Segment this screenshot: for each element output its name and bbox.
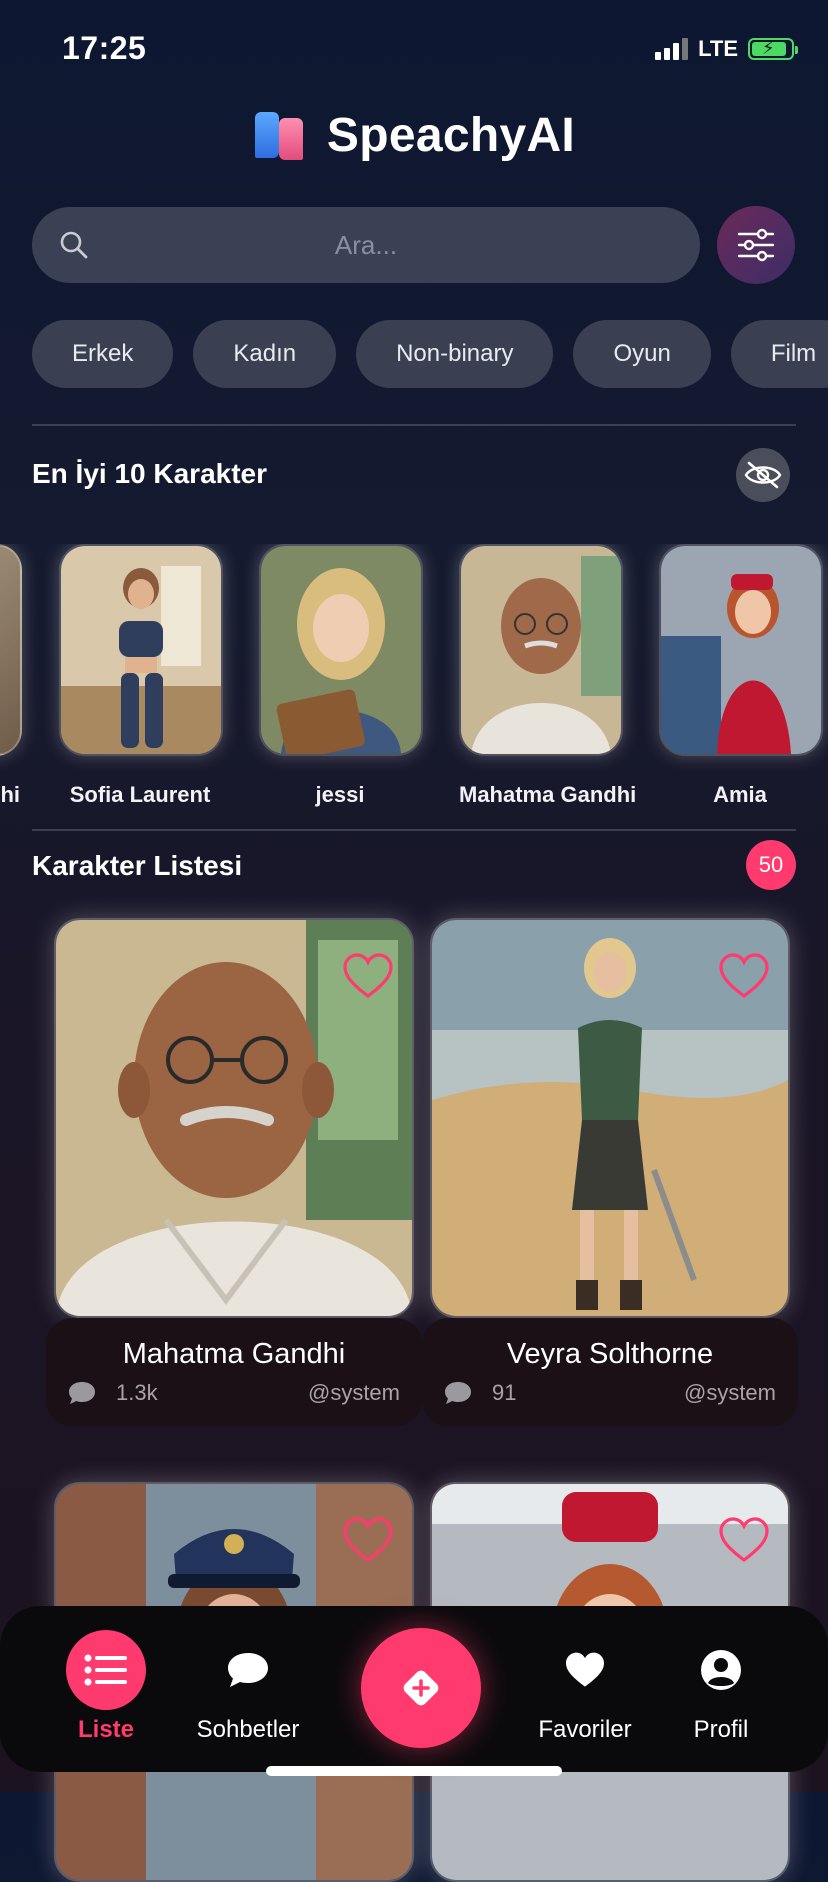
chat-count: 91 (492, 1380, 517, 1405)
status-time: 17:25 (62, 30, 147, 66)
character-name: Sofia Laurent (69, 782, 211, 807)
app-logo-icon (253, 110, 305, 162)
character-count-badge: 50 (746, 840, 796, 890)
search-icon (60, 231, 88, 259)
status-indicators: LTE ⚡ (655, 36, 798, 62)
network-label: LTE (698, 36, 738, 61)
top10-item[interactable]: Sofia Laurent (59, 544, 223, 808)
app-header: SpeachyAI (0, 108, 828, 163)
chat-bubble-icon (445, 1382, 471, 1404)
top10-title: En İyi 10 Karakter (32, 458, 268, 489)
chip-oyun[interactable]: Oyun (573, 320, 711, 388)
character-name: Mahatma Gandhi (459, 782, 637, 807)
card-author: @system (307, 1380, 400, 1405)
nav-label: Sohbetler (196, 1716, 300, 1743)
top10-item[interactable]: jessi (259, 544, 423, 808)
card-meta: 91 @system (444, 1380, 776, 1406)
home-indicator[interactable] (266, 1766, 562, 1776)
character-avatar (59, 544, 223, 756)
app-title: SpeachyAI (326, 109, 576, 162)
chat-bubble-icon (69, 1382, 95, 1404)
character-list-title: Karakter Listesi (32, 850, 243, 881)
nav-label: Profil (693, 1716, 749, 1743)
hide-top10-button[interactable] (736, 448, 790, 502)
chip-erkek[interactable]: Erkek (32, 320, 174, 388)
card-character-name: Mahatma Gandhi (122, 1338, 346, 1370)
character-avatar (659, 544, 823, 756)
divider (32, 829, 796, 831)
chip-non-binary[interactable]: Non-binary (356, 320, 554, 388)
chip-film[interactable]: Film (730, 320, 828, 388)
card-info: Mahatma Gandhi 1.3k @system (46, 1318, 422, 1426)
battery-icon: ⚡ (748, 38, 798, 60)
favorite-heart-icon[interactable] (342, 952, 394, 1000)
character-avatar (0, 544, 22, 756)
character-avatar (459, 544, 623, 756)
character-name: Amia (713, 782, 767, 807)
favorite-heart-icon[interactable] (718, 1516, 770, 1564)
divider (32, 424, 796, 426)
top10-item[interactable]: hi (0, 544, 22, 808)
filter-button[interactable] (717, 206, 795, 284)
top10-carousel[interactable]: hi Sofia Laurent jessi Mahatma Gandhi Am… (0, 544, 828, 814)
signal-icon (655, 38, 689, 60)
list-icon (84, 1654, 127, 1686)
card-info: Veyra Solthorne 91 @system (422, 1318, 798, 1426)
nav-item-list[interactable]: Liste (36, 1630, 176, 1744)
plus-diamond-icon (403, 1670, 439, 1706)
profile-icon (701, 1650, 741, 1690)
character-image (430, 918, 790, 1318)
eye-off-icon (744, 461, 782, 489)
card-author: @system (683, 1380, 776, 1405)
chip-kadin[interactable]: Kadın (193, 320, 337, 388)
character-avatar (259, 544, 423, 756)
sliders-icon (737, 228, 775, 262)
category-chips: Erkek Kadın Non-binary Oyun Film (32, 320, 828, 388)
favorite-heart-icon[interactable] (718, 952, 770, 1000)
character-name: hi (0, 782, 20, 807)
chat-count: 1.3k (116, 1380, 158, 1405)
heart-icon (566, 1652, 604, 1687)
character-name: jessi (315, 782, 365, 807)
search-input[interactable] (32, 206, 700, 284)
nav-label: Liste (77, 1716, 134, 1743)
card-meta: 1.3k @system (68, 1380, 400, 1406)
top10-item[interactable]: Mahatma Gandhi (459, 544, 637, 808)
search-bar[interactable] (32, 206, 700, 284)
nav-label: Favoriler (538, 1716, 632, 1743)
chat-bubble-icon (228, 1653, 268, 1687)
status-bar: 17:25 LTE ⚡ (0, 0, 828, 100)
create-character-button[interactable] (361, 1628, 481, 1748)
nav-item-profile[interactable]: Profil (651, 1630, 791, 1744)
top10-item[interactable]: Amia (659, 544, 823, 808)
card-character-name: Veyra Solthorne (506, 1338, 714, 1370)
nav-item-favorites[interactable]: Favoriler (515, 1630, 655, 1744)
favorite-heart-icon[interactable] (342, 1516, 394, 1564)
nav-item-chats[interactable]: Sohbetler (178, 1630, 318, 1744)
character-image (54, 918, 414, 1318)
